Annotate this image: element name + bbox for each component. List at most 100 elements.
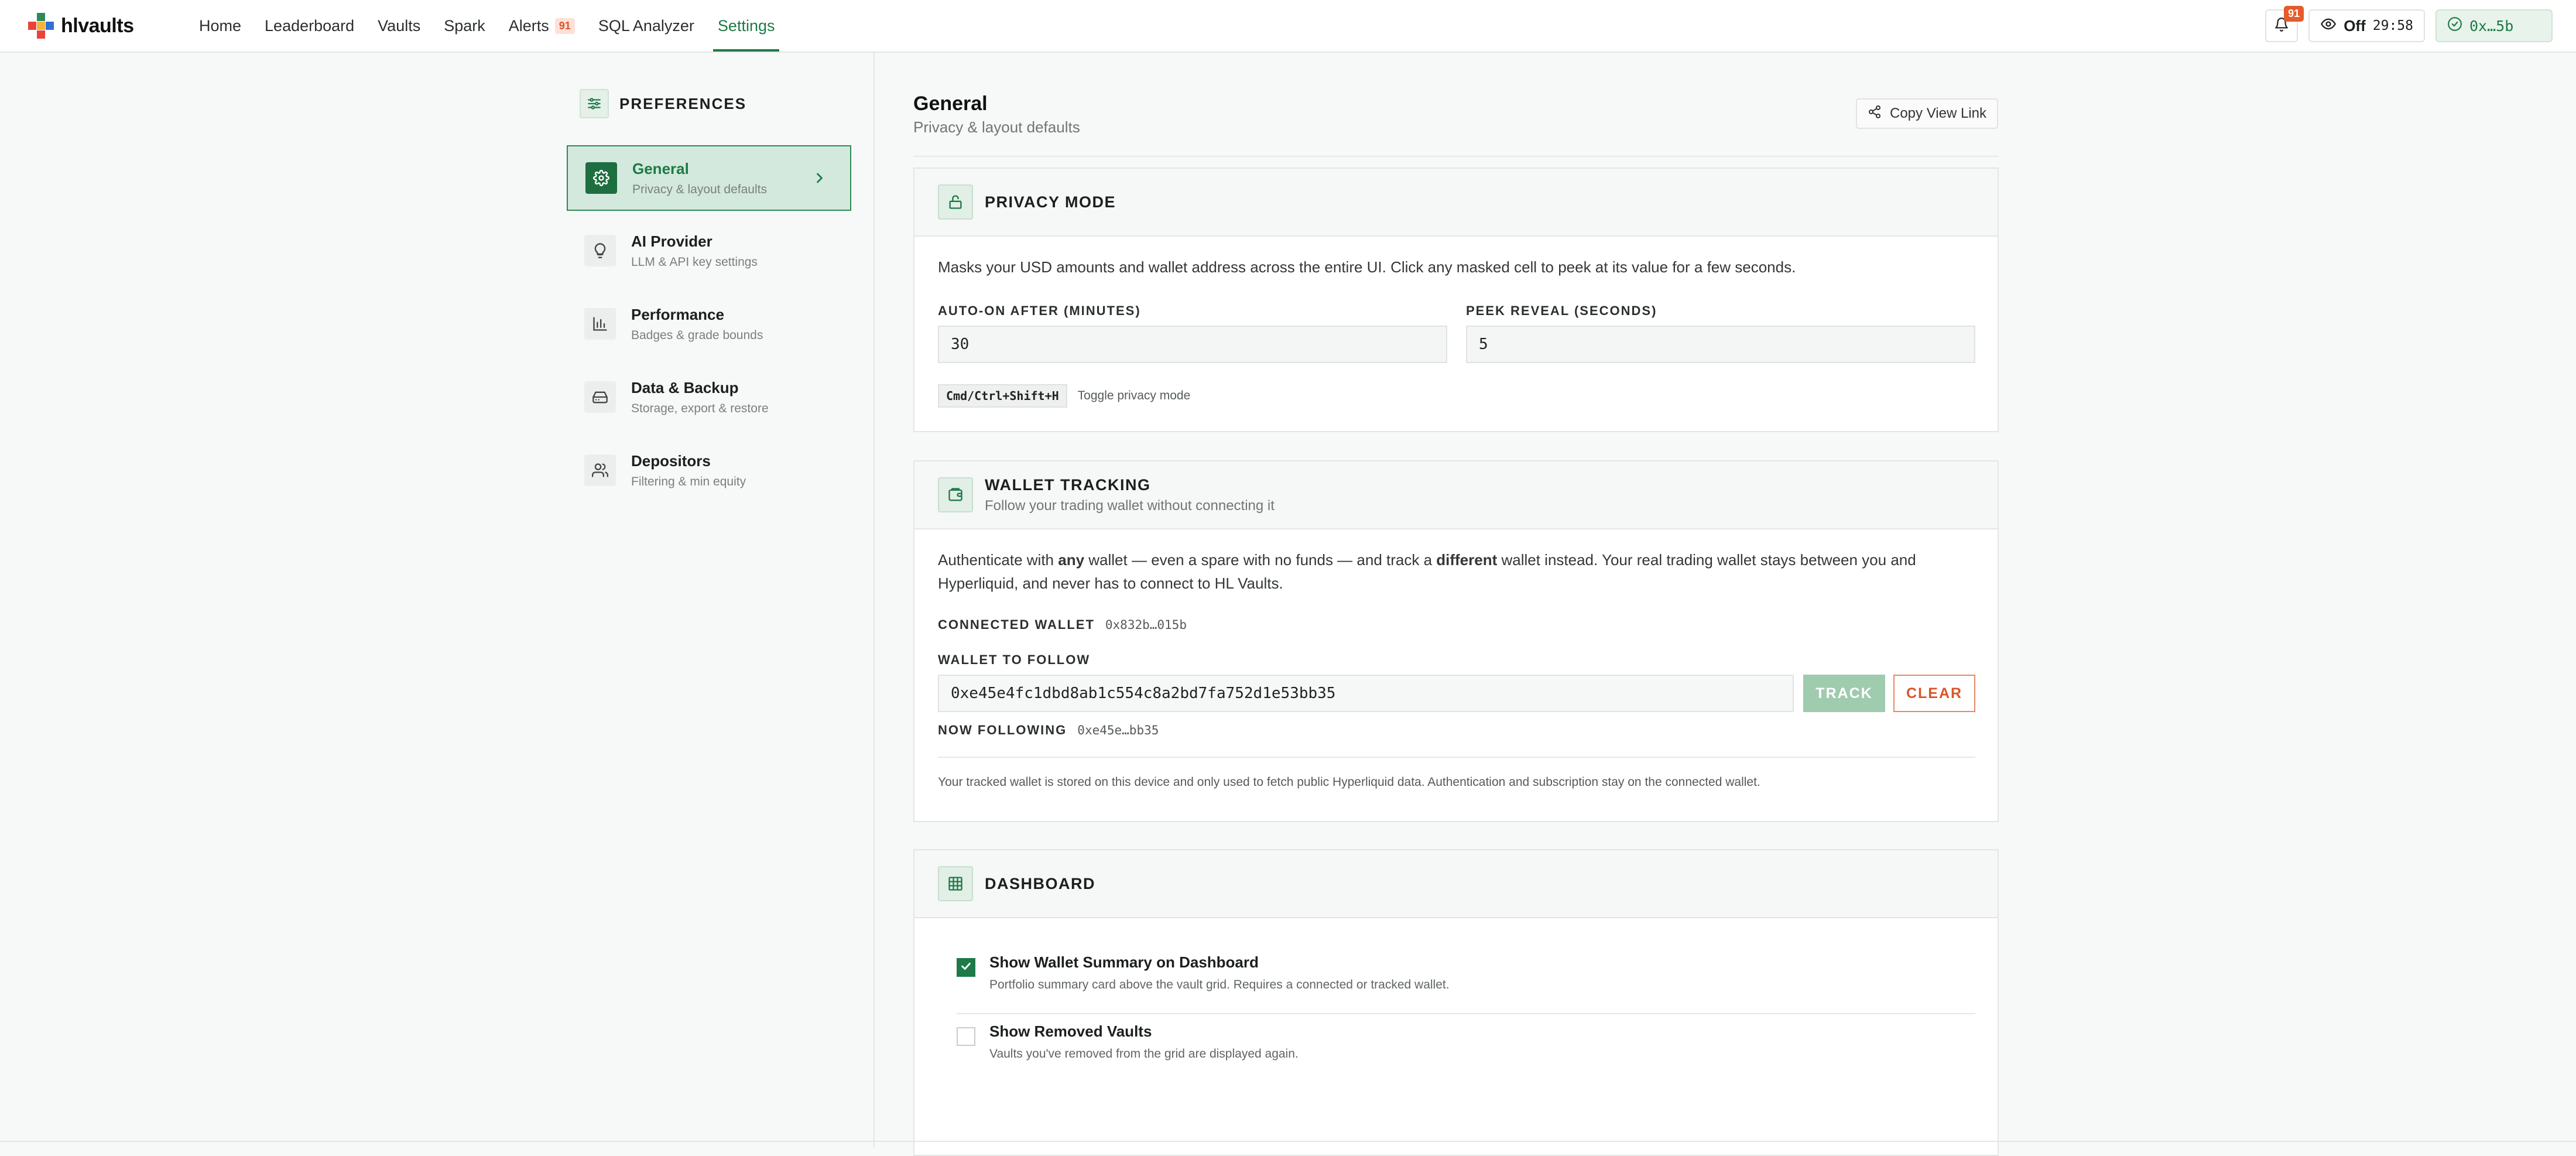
nav-label: Home: [199, 16, 242, 35]
privacy-description: Masks your USD amounts and wallet addres…: [938, 258, 1796, 276]
privacy-card-title: PRIVACY MODE: [985, 193, 1116, 211]
copy-view-link-button[interactable]: Copy View Link: [1856, 98, 1998, 129]
wallet-to-follow-input[interactable]: 0xe45e4fc1dbd8ab1c554c8a2bd7fa752d1e53bb…: [938, 675, 1794, 712]
privacy-card-header: PRIVACY MODE: [914, 169, 1998, 237]
wallet-desc-part: Authenticate with: [938, 551, 1059, 569]
wallet-footnote: Your tracked wallet is stored on this de…: [938, 775, 1760, 789]
clear-button[interactable]: CLEAR: [1893, 675, 1975, 712]
track-button[interactable]: TRACK: [1803, 675, 1885, 712]
notifications-button[interactable]: 91: [2265, 6, 2304, 42]
settings-sidebar: PREFERENCES General Privacy & layout def…: [0, 53, 875, 1148]
dashboard-card-title: DASHBOARD: [985, 874, 1095, 892]
bar-chart-icon: [584, 308, 616, 340]
sidebar-item-sub: Privacy & layout defaults: [632, 182, 767, 196]
sidebar-item-sub: Filtering & min equity: [631, 474, 746, 488]
show-removed-vaults-label[interactable]: Show Removed Vaults: [989, 1022, 1152, 1041]
wallet-button[interactable]: 0x…5b: [2435, 9, 2553, 42]
wallet-icon: [938, 477, 973, 512]
privacy-timer: 29:58: [2372, 18, 2413, 33]
nav-label: SQL Analyzer: [598, 16, 694, 35]
sidebar-item-sub: Storage, export & restore: [631, 401, 769, 415]
nav-settings[interactable]: Settings: [706, 0, 787, 52]
dashboard-card: DASHBOARD Show Wallet Summary on Dashboa…: [913, 849, 1999, 1156]
nav-label: Settings: [717, 16, 775, 35]
sidebar-item-text: Performance Badges & grade bounds: [631, 306, 763, 343]
nav-label: Vaults: [378, 16, 421, 35]
show-wallet-summary-desc: Portfolio summary card above the vault g…: [989, 978, 1450, 991]
privacy-shortcut-desc: Toggle privacy mode: [1077, 389, 1191, 402]
sidebar-item-depositors[interactable]: Depositors Filtering & min equity: [567, 437, 851, 503]
sidebar-item-label: General: [632, 159, 689, 177]
nav-spark[interactable]: Spark: [432, 0, 497, 52]
grid-icon: [938, 866, 973, 901]
privacy-mode-card: PRIVACY MODE Masks your USD amounts and …: [913, 167, 1999, 432]
sidebar-item-text: AI Provider LLM & API key settings: [631, 232, 758, 269]
nav-label: Leaderboard: [265, 16, 355, 35]
connected-wallet-row: CONNECTED WALLET 0x832b…015b: [938, 617, 1187, 632]
auto-on-minutes-input[interactable]: 30: [938, 326, 1447, 363]
sidebar-item-text: General Privacy & layout defaults: [632, 160, 767, 197]
app-logo[interactable]: hlvaults: [28, 13, 134, 39]
logo-text: hlvaults: [61, 14, 134, 37]
wallet-desc-emphasis-any: any: [1058, 551, 1085, 569]
show-removed-vaults-desc: Vaults you've removed from the grid are …: [989, 1047, 1299, 1061]
nav-label: Alerts: [508, 16, 549, 35]
share-icon: [1868, 105, 1882, 123]
show-removed-vaults-checkbox[interactable]: [957, 1027, 975, 1046]
drive-icon: [584, 381, 616, 413]
nav-alerts[interactable]: Alerts 91: [497, 0, 587, 52]
sidebar-title: PREFERENCES: [619, 94, 747, 112]
sidebar-item-text: Data & Backup Storage, export & restore: [631, 379, 769, 416]
wallet-description: Authenticate with any wallet — even a sp…: [938, 548, 1945, 595]
eye-icon: [2320, 16, 2337, 36]
now-following-row: NOW FOLLOWING 0xe45e…bb35: [938, 723, 1159, 738]
wallet-tracking-card: WALLET TRACKING Follow your trading wall…: [913, 460, 1999, 822]
privacy-state: Off: [2344, 16, 2366, 35]
nav-leaderboard[interactable]: Leaderboard: [253, 0, 366, 52]
sidebar-item-data-backup[interactable]: Data & Backup Storage, export & restore: [567, 364, 851, 430]
wallet-card-subtitle: Follow your trading wallet without conne…: [985, 497, 1275, 514]
connected-wallet-label: CONNECTED WALLET: [938, 617, 1095, 632]
wallet-desc-part: wallet — even a spare with no funds — an…: [1084, 551, 1437, 569]
lightbulb-icon: [584, 235, 616, 266]
topbar-actions: 91 Off 29:58 0x…5b: [2265, 6, 2553, 42]
checkmark-icon: [960, 960, 972, 976]
peek-reveal-seconds-input[interactable]: 5: [1466, 326, 1975, 363]
show-wallet-summary-label[interactable]: Show Wallet Summary on Dashboard: [989, 953, 1259, 972]
footer-divider: [0, 1141, 2576, 1142]
nav-sql-analyzer[interactable]: SQL Analyzer: [587, 0, 706, 52]
notifications-badge: 91: [2284, 6, 2304, 22]
sidebar-item-label: Depositors: [631, 452, 711, 470]
header-divider: [913, 156, 1999, 157]
gear-icon: [585, 162, 617, 194]
logo-mark-icon: [28, 13, 54, 39]
auto-on-label: AUTO-ON AFTER (MINUTES): [938, 303, 1141, 318]
sidebar-item-general[interactable]: General Privacy & layout defaults: [567, 145, 851, 211]
sidebar-item-label: Performance: [631, 305, 724, 323]
page-subtitle: Privacy & layout defaults: [913, 118, 1080, 136]
sidebar-header: PREFERENCES: [580, 89, 746, 118]
connected-wallet-value: 0x832b…015b: [1105, 618, 1187, 632]
sidebar-item-label: Data & Backup: [631, 378, 739, 396]
privacy-shortcut-key: Cmd/Ctrl+Shift+H: [938, 384, 1067, 408]
wallet-desc-emphasis-different: different: [1436, 551, 1498, 569]
nav-home[interactable]: Home: [187, 0, 253, 52]
nav-vaults[interactable]: Vaults: [366, 0, 432, 52]
top-navbar: hlvaults Home Leaderboard Vaults Spark A…: [0, 0, 2576, 53]
nav-label: Spark: [444, 16, 485, 35]
wallet-to-follow-label: WALLET TO FOLLOW: [938, 652, 1091, 667]
show-wallet-summary-checkbox[interactable]: [957, 958, 975, 977]
sidebar-item-sub: LLM & API key settings: [631, 255, 758, 269]
alerts-count-badge: 91: [554, 18, 575, 34]
privacy-shortcut-row: Cmd/Ctrl+Shift+H Toggle privacy mode: [938, 384, 1190, 408]
privacy-toggle-button[interactable]: Off 29:58: [2308, 9, 2425, 42]
page-title: General: [913, 93, 988, 115]
chevron-right-icon: [811, 170, 828, 189]
sidebar-item-performance[interactable]: Performance Badges & grade bounds: [567, 291, 851, 357]
settings-main: General Privacy & layout defaults Copy V…: [875, 53, 2576, 1156]
sidebar-item-ai-provider[interactable]: AI Provider LLM & API key settings: [567, 218, 851, 283]
check-circle-icon: [2447, 16, 2462, 36]
dashboard-card-header: DASHBOARD: [914, 850, 1998, 918]
sidebar-item-sub: Badges & grade bounds: [631, 328, 763, 342]
peek-reveal-label: PEEK REVEAL (SECONDS): [1466, 303, 1657, 318]
